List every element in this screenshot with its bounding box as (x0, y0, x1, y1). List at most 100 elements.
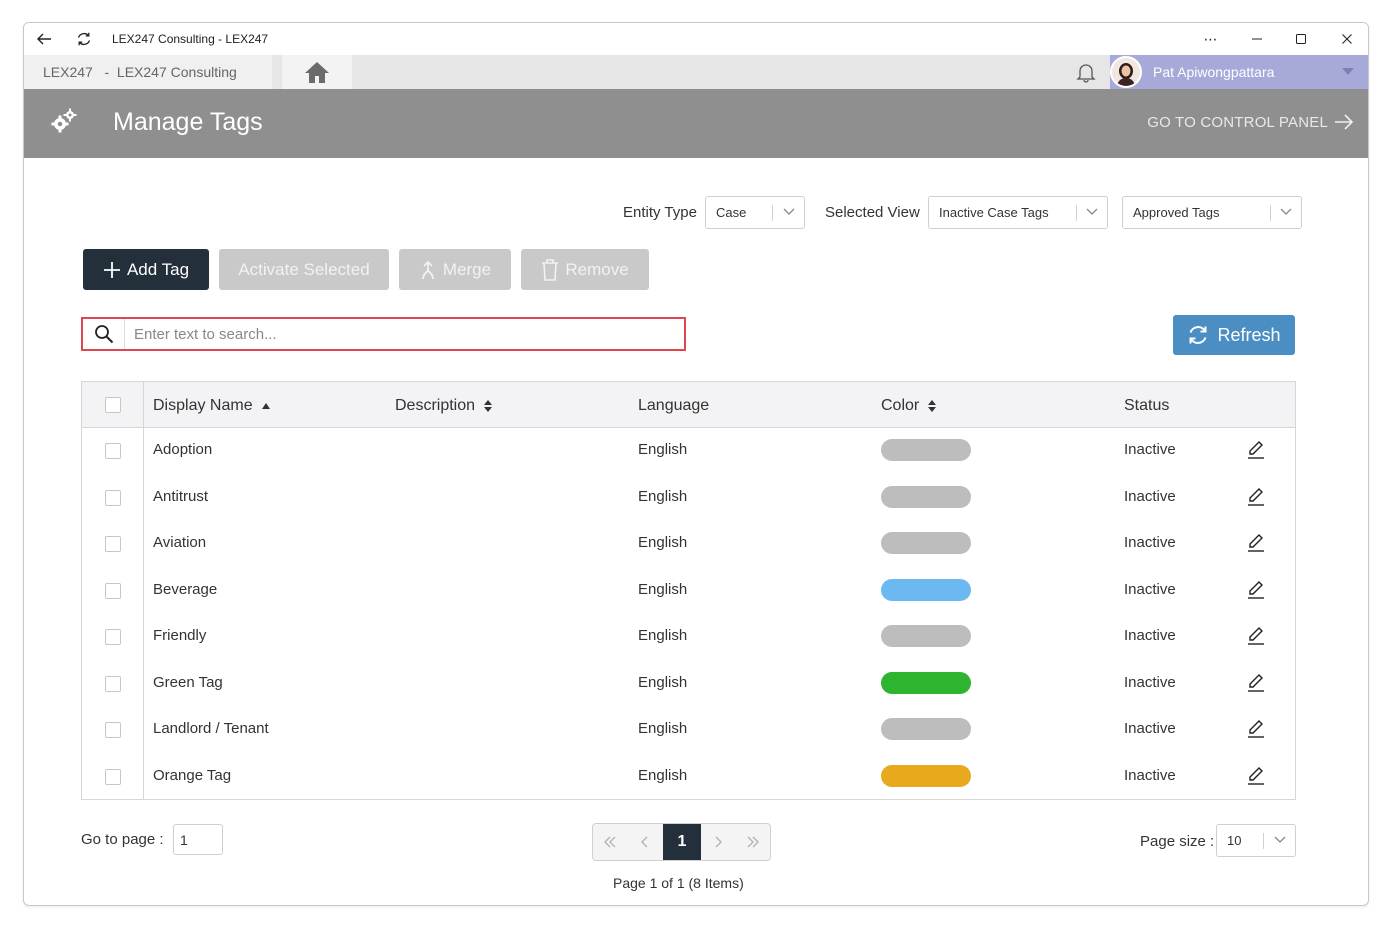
gears-icon (50, 107, 78, 140)
notification-bell-icon[interactable] (1074, 60, 1098, 89)
tag-color-swatch (881, 671, 971, 694)
page-size-select[interactable]: 10 (1216, 824, 1296, 857)
column-header-color[interactable]: Color (881, 397, 937, 415)
edit-icon[interactable] (1247, 533, 1265, 553)
sort-icon (928, 400, 937, 412)
activate-selected-button[interactable]: Activate Selected (219, 249, 389, 290)
row-checkbox[interactable] (105, 675, 121, 692)
table-row[interactable]: Antitrust English Inactive (82, 475, 1295, 521)
merge-icon (422, 260, 434, 279)
column-header-label: Description (395, 397, 476, 414)
title-bar: LEX247 Consulting - LEX247 ⋯ (24, 23, 1368, 55)
tag-color-swatch (881, 625, 971, 647)
table-row[interactable]: Green Tag English Inactive (82, 661, 1295, 707)
table-row[interactable]: Orange Tag English Inactive (82, 754, 1295, 800)
search-box (81, 317, 686, 351)
merge-label: Merge (442, 259, 492, 279)
minimize-icon[interactable] (1242, 23, 1272, 55)
close-icon[interactable] (1332, 23, 1362, 55)
tag-color-swatch (881, 439, 971, 461)
edit-icon[interactable] (1247, 766, 1265, 786)
goto-page-input[interactable]: 1 (173, 824, 223, 855)
select-all-checkbox[interactable] (105, 397, 121, 413)
tag-name: Antitrust (153, 487, 209, 505)
reload-icon[interactable] (72, 23, 96, 55)
tag-language: English (638, 627, 688, 644)
selected-view-select[interactable]: Inactive Case Tags (928, 196, 1108, 229)
tab-lex247-consulting[interactable]: LEX247 - LEX247 Consulting (24, 55, 272, 89)
tag-language: English (638, 766, 688, 784)
row-checkbox[interactable] (105, 489, 121, 506)
edit-icon[interactable] (1247, 580, 1265, 600)
plus-icon (103, 261, 120, 278)
chevron-down-icon (1342, 68, 1354, 75)
tag-language: English (638, 534, 688, 551)
tag-language: English (638, 580, 688, 598)
column-header-description[interactable]: Description (395, 397, 493, 415)
first-page-icon[interactable] (593, 824, 627, 860)
tag-language: English (638, 487, 688, 505)
page-header: Manage Tags GO TO CONTROL PANEL (24, 89, 1368, 158)
refresh-button[interactable]: Refresh (1173, 315, 1295, 355)
go-to-control-panel-link[interactable]: GO TO CONTROL PANEL (1147, 113, 1354, 131)
table-row[interactable]: Aviation English Inactive (82, 521, 1295, 567)
selected-view-value: Inactive Case Tags (939, 205, 1049, 220)
table-row[interactable]: Landlord / Tenant English Inactive (82, 707, 1295, 753)
entity-type-label: Entity Type (623, 204, 697, 221)
app-window: LEX247 Consulting - LEX247 ⋯ LEX247 - LE… (23, 22, 1369, 906)
remove-label: Remove (565, 259, 629, 279)
search-icon[interactable] (83, 319, 125, 349)
merge-button[interactable]: Merge (399, 249, 511, 290)
edit-icon[interactable] (1247, 719, 1265, 739)
remove-button[interactable]: Remove (521, 249, 649, 290)
row-checkbox[interactable] (105, 443, 121, 459)
approval-filter-select[interactable]: Approved Tags (1122, 196, 1302, 229)
table-row[interactable]: Friendly English Inactive (82, 614, 1295, 660)
tag-color-swatch (881, 532, 971, 554)
sort-ascending-icon (261, 403, 270, 409)
current-page-button[interactable]: 1 (663, 824, 701, 860)
row-checkbox[interactable] (105, 629, 121, 645)
column-header-language[interactable]: Language (638, 397, 709, 415)
tab-strip: LEX247 - LEX247 Consulting Pat Apiwongpa… (24, 55, 1368, 89)
last-page-icon[interactable] (735, 824, 770, 860)
user-menu[interactable]: Pat Apiwongpattara (1110, 55, 1368, 89)
table-row[interactable]: Beverage English Inactive (82, 568, 1295, 614)
row-checkbox[interactable] (105, 722, 121, 738)
previous-page-icon[interactable] (627, 824, 663, 860)
edit-icon[interactable] (1247, 440, 1265, 460)
tag-name: Aviation (153, 534, 207, 551)
arrow-right-icon (1335, 114, 1354, 130)
tag-name: Beverage (153, 580, 218, 598)
tag-status: Inactive (1124, 441, 1176, 458)
sort-icon (484, 400, 493, 412)
table-row[interactable]: Adoption English Inactive (82, 428, 1295, 474)
maximize-icon[interactable] (1286, 23, 1316, 55)
row-checkbox[interactable] (105, 536, 121, 552)
trash-icon (542, 258, 559, 281)
edit-icon[interactable] (1247, 626, 1265, 646)
edit-icon[interactable] (1247, 673, 1265, 693)
table-header: Display Name Description Language Color … (82, 382, 1295, 428)
column-header-status[interactable]: Status (1124, 397, 1169, 415)
entity-type-select[interactable]: Case (705, 196, 805, 229)
row-checkbox[interactable] (105, 582, 121, 599)
column-header-display-name[interactable]: Display Name (153, 397, 271, 415)
edit-icon[interactable] (1247, 487, 1265, 507)
chevron-down-icon (783, 208, 795, 215)
add-tag-button[interactable]: Add Tag (83, 249, 209, 290)
entity-type-value: Case (716, 205, 747, 220)
page-title: Manage Tags (113, 108, 263, 136)
refresh-icon (1189, 326, 1207, 344)
next-page-icon[interactable] (701, 824, 735, 860)
window-title: LEX247 Consulting - LEX247 (112, 32, 269, 46)
more-icon[interactable]: ⋯ (1196, 23, 1226, 55)
search-input[interactable] (126, 321, 681, 347)
tag-name: Orange Tag (153, 766, 232, 784)
row-checkbox[interactable] (105, 768, 121, 785)
tag-color-swatch (881, 764, 971, 787)
column-header-label: Display Name (153, 397, 253, 414)
home-tab[interactable] (282, 55, 352, 89)
back-icon[interactable] (32, 23, 56, 55)
tags-table: Display Name Description Language Color … (81, 381, 1296, 800)
